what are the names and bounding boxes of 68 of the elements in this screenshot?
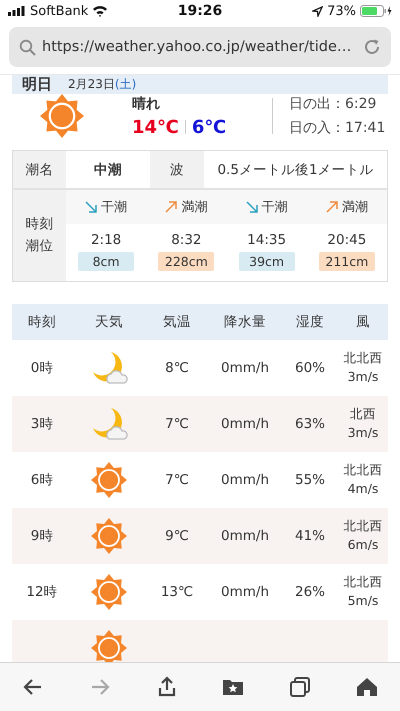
tide-time: 8:32 <box>171 232 202 248</box>
tide-level-badge: 228cm <box>158 252 214 271</box>
address-bar[interactable]: https://weather.yahoo.co.jp/weather/tide… <box>9 27 391 67</box>
column-header: 気温 <box>162 313 192 332</box>
reload-icon[interactable] <box>363 38 381 56</box>
table-cell-text: 北北西 3m/s <box>342 349 384 386</box>
table-cell-text: 13℃ <box>160 583 194 602</box>
tide-type: 満潮 <box>342 199 368 216</box>
weather-condition: 晴れ <box>132 94 160 112</box>
table-cell-text: 55% <box>294 471 326 490</box>
column-header: 湿度 <box>295 313 325 332</box>
column-header: 風 <box>355 313 371 332</box>
table-cell-text: 中潮 <box>93 160 123 180</box>
sunrise-time: 日の出：6:29 <box>289 95 378 113</box>
tide-type: 干潮 <box>262 199 288 216</box>
column-header: 降水量 <box>223 313 267 332</box>
table-cell-text: 9時 <box>30 527 54 546</box>
high-temperature: 14℃ <box>132 116 179 138</box>
url-text: https://weather.yahoo.co.jp/weather/tide… <box>42 39 352 55</box>
table-cell-text: 0mm/h <box>220 415 270 434</box>
day-label: 明日 <box>22 75 52 94</box>
table-cell-text: 北北西 6m/s <box>342 517 384 554</box>
location-arrow-icon <box>312 6 324 16</box>
table-cell-text: 0.5メートル後1メートル <box>216 160 375 180</box>
signal-icon <box>8 6 26 16</box>
table-cell-text: 0mm/h <box>220 527 270 546</box>
tide-level-badge: 39cm <box>238 252 295 271</box>
tide-type: 満潮 <box>181 199 208 216</box>
clock-time: 19:26 <box>178 3 222 19</box>
battery-charging-icon <box>360 5 392 17</box>
battery-percent: 73% <box>327 4 356 18</box>
table-cell-text: 6時 <box>30 471 54 490</box>
table-cell-text: 北北西 5m/s <box>342 573 384 610</box>
wifi-icon <box>92 5 108 17</box>
table-cell-text: 3時 <box>30 415 54 434</box>
table-header-text: 潮位 <box>26 236 54 256</box>
table-cell-text: 北西 3m/s <box>346 405 380 442</box>
tide-level-badge: 211cm <box>318 252 375 271</box>
tide-type: 干潮 <box>101 199 128 216</box>
table-header-cell: 潮名 <box>13 151 66 188</box>
table-cell-text: 9℃ <box>164 527 190 546</box>
tide-time: 14:35 <box>247 232 286 248</box>
table-cell-text: 26% <box>294 583 326 602</box>
weekday-text: (土) <box>114 76 136 93</box>
table-cell-text: 7℃ <box>164 415 190 434</box>
table-cell-text: 60% <box>294 359 326 378</box>
carrier-name: SoftBank <box>30 4 88 18</box>
low-temperature: 6℃ <box>192 116 226 138</box>
table-header-text: 時刻 <box>26 214 54 234</box>
search-icon <box>19 38 36 56</box>
date-text: 2月23日 <box>68 76 115 93</box>
sunset-time: 日の入：17:41 <box>289 119 386 137</box>
table-cell-text: 12時 <box>25 583 59 602</box>
table-cell-text: 北北西 4m/s <box>342 461 384 498</box>
table-cell-text: 7℃ <box>164 471 190 490</box>
table-cell-text: 0時 <box>30 359 54 378</box>
tide-time: 2:18 <box>90 232 122 248</box>
column-header: 時刻 <box>27 313 57 332</box>
table-cell-text: 63% <box>294 415 326 434</box>
table-cell-text: 41% <box>294 527 326 546</box>
table-cell-text: 8℃ <box>164 359 190 378</box>
table-cell-text: 0mm/h <box>220 359 270 378</box>
table-header-cell: 波 <box>150 151 204 188</box>
table-cell-text: 0mm/h <box>220 471 270 490</box>
table-cell-text: 0mm/h <box>220 583 270 602</box>
tide-time: 20:45 <box>327 232 366 248</box>
tide-level-badge: 8cm <box>78 252 134 271</box>
column-header: 天気 <box>94 313 124 332</box>
